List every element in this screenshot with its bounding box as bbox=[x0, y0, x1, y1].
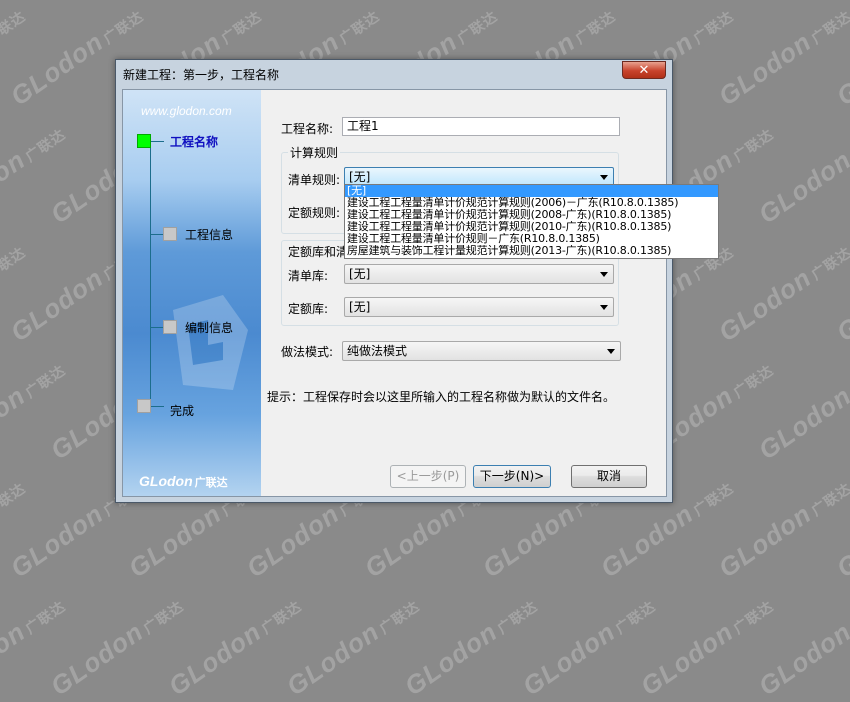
prev-button[interactable]: <上一步(P) bbox=[390, 465, 466, 488]
watermark-text: GLodon广联达 bbox=[713, 479, 850, 584]
chevron-down-icon bbox=[607, 349, 615, 354]
method-label: 做法模式: bbox=[281, 345, 334, 359]
step-label-project-name: 工程名称 bbox=[170, 135, 219, 149]
chevron-down-icon bbox=[600, 272, 608, 277]
step-label-finish: 完成 bbox=[170, 404, 195, 418]
calc-rules-group-title: 计算规则 bbox=[288, 144, 341, 161]
method-select[interactable]: 纯做法模式 bbox=[342, 341, 621, 361]
step-connector bbox=[150, 327, 164, 328]
step-connector bbox=[150, 141, 164, 142]
website-url: www.glodon.com bbox=[141, 104, 232, 118]
logo-cn: 广联达 bbox=[194, 477, 228, 489]
watermark-text: GLodon广联达 bbox=[281, 597, 423, 702]
step-connector-line bbox=[150, 134, 151, 406]
step-label-compile-info: 编制信息 bbox=[185, 321, 234, 335]
close-button[interactable]: ✕ bbox=[622, 61, 666, 79]
title-bar[interactable]: 新建工程：第一步，工程名称 ✕ bbox=[116, 60, 672, 88]
bill-rule-label: 清单规则: bbox=[288, 173, 341, 187]
step-label-project-info: 工程信息 bbox=[185, 228, 234, 242]
watermark-text: GLodon广联达 bbox=[163, 597, 305, 702]
watermark-text: GLodon广联达 bbox=[399, 597, 541, 702]
step-indicator bbox=[163, 320, 177, 334]
dialog-client-area: www.glodon.com 工程名称 工程信息 编制信息 完成 GLodon 广… bbox=[122, 89, 667, 497]
wizard-sidebar: www.glodon.com 工程名称 工程信息 编制信息 完成 GLodon 广… bbox=[123, 90, 261, 496]
step-connector bbox=[150, 234, 164, 235]
step-connector bbox=[150, 406, 164, 407]
quota-lib-label: 定额库: bbox=[288, 302, 329, 316]
dropdown-option[interactable]: [无] bbox=[345, 185, 718, 197]
watermark-text: GLodon广联达 bbox=[517, 597, 659, 702]
library-group-title: 定额库和清 bbox=[288, 245, 349, 259]
bill-rule-dropdown-list[interactable]: [无] 建设工程工程量清单计价规范计算规则(2006)－广东(R10.8.0.1… bbox=[344, 184, 719, 259]
new-project-dialog: 新建工程：第一步，工程名称 ✕ www.glodon.com 工程名称 工程信息… bbox=[115, 59, 673, 503]
glodon-logo: GLodon 广联达 bbox=[139, 473, 228, 490]
wizard-content: 工程名称: 工程1 计算规则 清单规则: [无] 定额规则: 定额库和清 清单库… bbox=[262, 90, 666, 496]
dropdown-option[interactable]: 建设工程工程量清单计价规范计算规则(2006)－广东(R10.8.0.1385) bbox=[345, 197, 718, 209]
method-value: 纯做法模式 bbox=[347, 344, 408, 358]
watermark-text: GLodon广联达 bbox=[635, 597, 777, 702]
chevron-down-icon bbox=[600, 305, 608, 310]
next-button[interactable]: 下一步(N)> bbox=[473, 465, 551, 488]
step-indicator bbox=[137, 399, 151, 413]
window-title: 新建工程：第一步，工程名称 bbox=[123, 68, 280, 82]
dropdown-option[interactable]: 房屋建筑与装饰工程计量规范计算规则(2013-广东)(R10.8.0.1385) bbox=[345, 245, 718, 257]
step-indicator-active bbox=[137, 134, 151, 148]
bill-lib-select[interactable]: [无] bbox=[344, 264, 614, 284]
logo-brand: GLodon bbox=[139, 473, 193, 489]
step-indicator bbox=[163, 227, 177, 241]
watermark-text: GLodon广联达 bbox=[713, 243, 850, 348]
project-name-label: 工程名称: bbox=[281, 122, 334, 136]
dropdown-option[interactable]: 建设工程工程量清单计价规范计算规则(2010-广东)(R10.8.0.1385) bbox=[345, 221, 718, 233]
quota-rule-label: 定额规则: bbox=[288, 206, 341, 220]
bill-lib-label: 清单库: bbox=[288, 269, 329, 283]
chevron-down-icon bbox=[600, 175, 608, 180]
watermark-text: GLodon广联达 bbox=[45, 597, 187, 702]
quota-lib-value: [无] bbox=[349, 300, 371, 314]
dropdown-option[interactable]: 建设工程工程量清单计价规范计算规则(2008-广东)(R10.8.0.1385) bbox=[345, 209, 718, 221]
hint-text: 提示：工程保存时会以这里所输入的工程名称做为默认的文件名。 bbox=[267, 390, 616, 404]
bill-rule-value: [无] bbox=[349, 170, 371, 184]
quota-lib-select[interactable]: [无] bbox=[344, 297, 614, 317]
cancel-button[interactable]: 取消 bbox=[571, 465, 647, 488]
bill-lib-value: [无] bbox=[349, 267, 371, 281]
brand-decoration-icon bbox=[173, 295, 248, 390]
close-icon: ✕ bbox=[638, 63, 650, 78]
project-name-input[interactable]: 工程1 bbox=[342, 117, 620, 136]
dropdown-option[interactable]: 建设工程工程量清单计价规则－广东(R10.8.0.1385) bbox=[345, 233, 718, 245]
